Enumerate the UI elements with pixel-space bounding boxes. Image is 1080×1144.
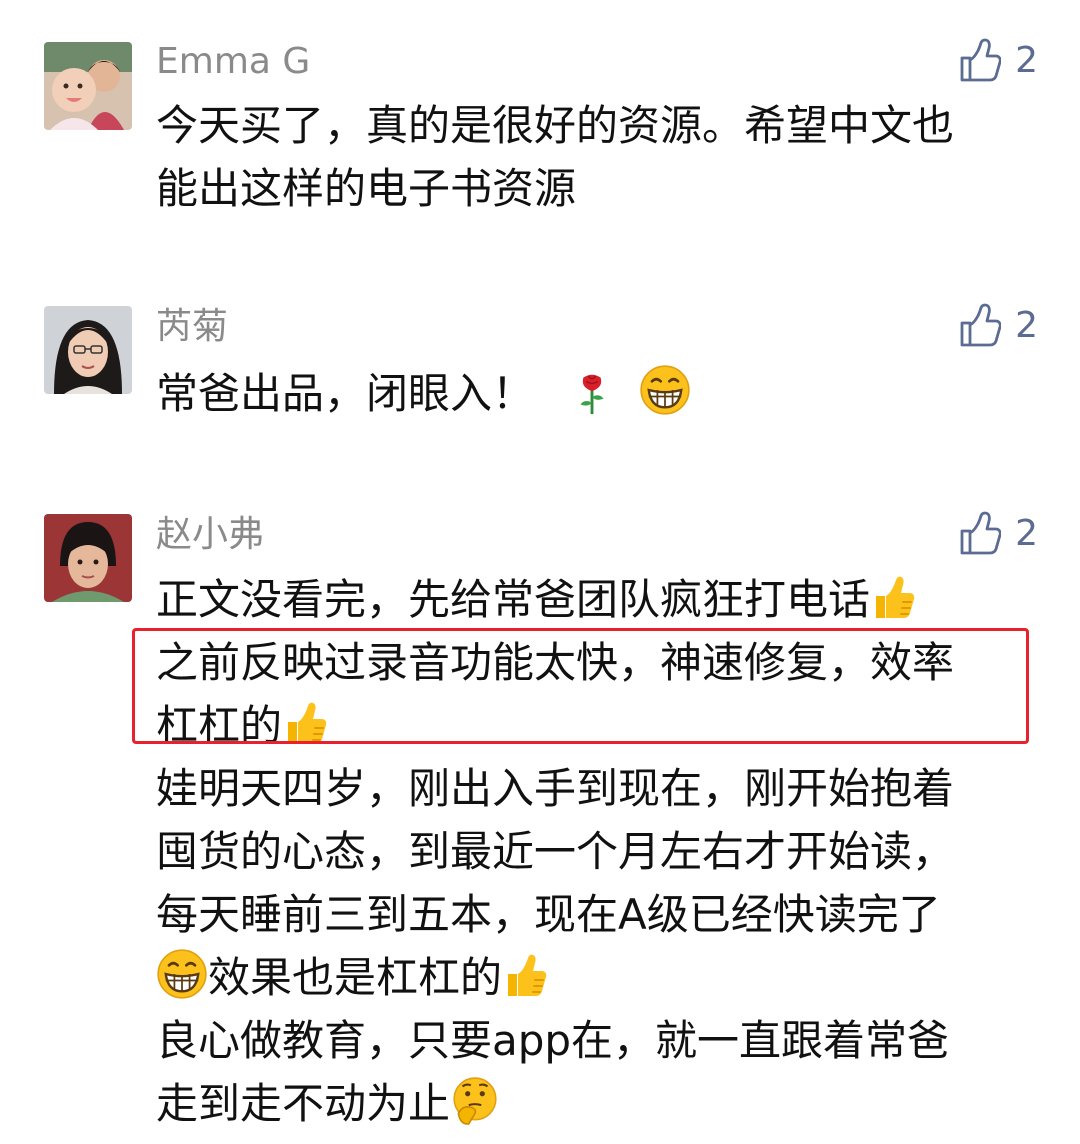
thumbs-up-outline-icon	[959, 303, 1001, 349]
comment-line-text: 效果也是杠杠的	[208, 953, 503, 1002]
commenter-name[interactable]: 赵小弗	[156, 513, 264, 557]
thumbs-up-emoji	[870, 574, 918, 622]
thumbs-up-emoji	[502, 952, 550, 1000]
comment-line-text: 常爸出品，闭眼入！	[156, 369, 535, 418]
avatar[interactable]	[44, 42, 132, 130]
comment-line: 常爸出品，闭眼入！	[156, 362, 1036, 425]
avatar-photo-icon	[44, 306, 132, 394]
comment-line: 每天睡前三到五本，现在A级已经快读完了	[156, 890, 941, 939]
comment-3: 赵小弗 2 正文没看完，先给常爸团队疯狂打电话 之前反映过录音功能太快，神速修复…	[0, 490, 1080, 1144]
thumbs-up-outline-icon	[959, 511, 1001, 557]
like-button[interactable]: 2	[959, 511, 1038, 557]
grin-emoji	[156, 948, 208, 1000]
avatar[interactable]	[44, 306, 132, 394]
like-count: 2	[1015, 513, 1038, 554]
comment-2: 芮菊 2 常爸出品，闭眼入！	[0, 240, 1080, 490]
comment-line: 良心做教育，只要app在，就一直跟着常爸	[156, 1016, 950, 1065]
avatar-photo-icon	[44, 514, 132, 602]
avatar-photo-icon	[44, 42, 132, 130]
commenter-name[interactable]: 芮菊	[156, 305, 228, 349]
like-count: 2	[1015, 40, 1038, 81]
like-button[interactable]: 2	[959, 38, 1038, 84]
comment-text: 常爸出品，闭眼入！	[156, 362, 1036, 425]
comment-line: 效果也是杠杠的	[156, 946, 1036, 1009]
rose-emoji	[569, 370, 615, 416]
commenter-name[interactable]: Emma G	[156, 40, 310, 84]
comment-line: 正文没看完，先给常爸团队疯狂打电话	[156, 568, 1036, 631]
like-button[interactable]: 2	[959, 303, 1038, 349]
comment-line-text: 正文没看完，先给常爸团队疯狂打电话	[156, 575, 871, 624]
comment-line: 走到走不动为止	[156, 1072, 1036, 1135]
red-highlight-box	[132, 628, 1029, 744]
thumbs-up-outline-icon	[959, 38, 1001, 84]
comment-line: 今天买了，真的是很好的资源。希望中文也	[156, 101, 955, 150]
comment-text: 今天买了，真的是很好的资源。希望中文也 能出这样的电子书资源	[156, 94, 1036, 220]
avatar[interactable]	[44, 514, 132, 602]
grin-emoji	[639, 364, 691, 416]
comment-line: 囤货的心态，到最近一个月左右才开始读，	[156, 827, 955, 876]
comment-1: Emma G 2 今天买了，真的是很好的资源。希望中文也 能出这样的电子书资源	[0, 0, 1080, 240]
comment-line-text: 走到走不动为止	[156, 1079, 451, 1128]
hmm-emoji	[450, 1076, 500, 1126]
like-count: 2	[1015, 305, 1038, 346]
comment-line: 能出这样的电子书资源	[156, 164, 577, 213]
comment-line: 娃明天四岁，刚出入手到现在，刚开始抱着	[156, 764, 955, 813]
